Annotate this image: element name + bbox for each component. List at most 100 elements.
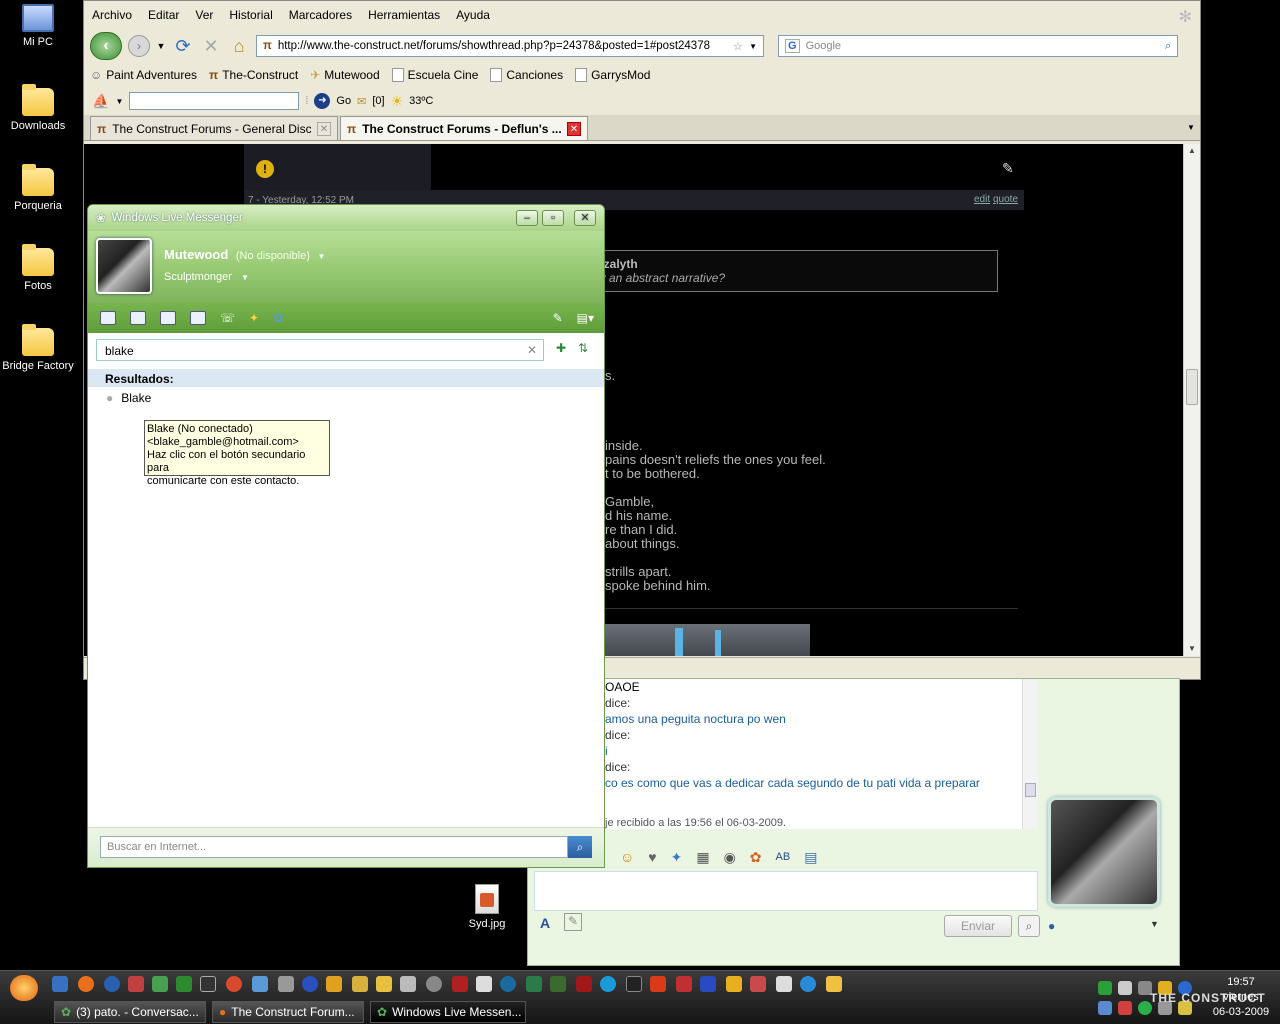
scroll-thumb[interactable]: [1186, 369, 1198, 405]
home-icon[interactable]: ⌂: [228, 35, 250, 57]
app-icon[interactable]: [352, 976, 368, 992]
app-icon[interactable]: [252, 976, 268, 992]
menu-archivo[interactable]: Archivo: [92, 8, 132, 22]
emoticon-icon[interactable]: ☺: [620, 849, 634, 865]
desktop-icon-my-computer[interactable]: Mi PC: [0, 4, 76, 48]
extension-combo[interactable]: [129, 92, 300, 110]
app-icon[interactable]: [302, 976, 318, 992]
app-icon[interactable]: [326, 976, 342, 992]
bookmark-paint-adventures[interactable]: ☺ Paint Adventures: [90, 68, 197, 82]
web-search-input[interactable]: Buscar en Internet...: [100, 836, 568, 858]
back-button[interactable]: ‹: [90, 32, 122, 60]
desktop-icon-porqueria[interactable]: Porqueria: [0, 164, 76, 212]
bookmark-the-construct[interactable]: π The-Construct: [209, 68, 298, 82]
report-icon[interactable]: ✎: [1002, 160, 1014, 177]
contacts-icon[interactable]: [160, 311, 176, 325]
app-icon[interactable]: [226, 976, 242, 992]
mail-count[interactable]: [0]: [372, 95, 384, 107]
menu-ver[interactable]: Ver: [195, 8, 213, 22]
folder-icon[interactable]: [826, 976, 842, 992]
font-icon[interactable]: A: [540, 915, 550, 931]
handwriting-icon[interactable]: ✎: [564, 913, 582, 931]
webcam-icon[interactable]: ●: [1048, 919, 1055, 933]
search-button[interactable]: ⌕: [1018, 915, 1040, 937]
menu-historial[interactable]: Historial: [229, 8, 272, 22]
scroll-up-icon[interactable]: ▲: [1184, 144, 1200, 158]
app-icon[interactable]: [750, 976, 766, 992]
menu-marcadores[interactable]: Marcadores: [289, 8, 352, 22]
app-icon[interactable]: [650, 976, 666, 992]
app-icon[interactable]: [500, 976, 516, 992]
desktop-icon-downloads[interactable]: Downloads: [0, 84, 76, 132]
voice-clip-icon[interactable]: ◉: [724, 849, 736, 866]
user-name[interactable]: Mutewood (No disponible) ▼: [164, 247, 325, 262]
edit-link[interactable]: edit: [974, 194, 990, 205]
taskbar-button-conversation[interactable]: ✿ (3) pato. - Conversac...: [54, 1001, 206, 1023]
web-search-button[interactable]: ⌕: [568, 836, 592, 858]
taskbar-button-firefox[interactable]: ● The Construct Forum...: [212, 1001, 364, 1023]
skype-icon[interactable]: [600, 976, 616, 992]
app-icon[interactable]: [376, 976, 392, 992]
butterfly-icon[interactable]: ✿: [273, 311, 283, 325]
search-bar[interactable]: G Google ⌕: [778, 35, 1178, 57]
firefox-icon[interactable]: [78, 976, 94, 992]
games-icon[interactable]: ✦: [249, 311, 259, 325]
taskbar-button-messenger[interactable]: ✿ Windows Live Messen...: [370, 1001, 526, 1023]
mail-icon[interactable]: ✉: [357, 95, 366, 108]
status-dropdown-icon[interactable]: ▼: [318, 252, 326, 261]
contact-search-input[interactable]: blake ✕: [96, 339, 544, 361]
spellcheck-icon[interactable]: AB: [776, 851, 791, 863]
start-button[interactable]: [10, 975, 38, 1001]
tray-icon[interactable]: [1118, 1001, 1132, 1015]
menu-icon[interactable]: ▤▾: [577, 311, 594, 325]
scroll-down-icon[interactable]: ▼: [1184, 642, 1200, 656]
app-icon[interactable]: [776, 976, 792, 992]
bookmark-mutewood[interactable]: ✈ Mutewood: [310, 68, 379, 82]
vertical-scrollbar[interactable]: ▲ ▼: [1183, 144, 1200, 656]
menu-herramientas[interactable]: Herramientas: [368, 8, 440, 22]
add-contact-icon[interactable]: ✚: [556, 341, 566, 355]
bookmark-garrysmod[interactable]: GarrysMod: [575, 68, 650, 82]
desktop-icon-fotos[interactable]: Fotos: [0, 244, 76, 292]
app-icon[interactable]: [426, 976, 442, 992]
toolbar-logo-icon[interactable]: ⛵: [92, 93, 109, 110]
bookmark-star-icon[interactable]: ☆: [733, 39, 743, 53]
contact-avatar[interactable]: [1048, 797, 1160, 907]
desktop-icon-bridge-factory[interactable]: Bridge Factory: [0, 324, 76, 372]
url-bar[interactable]: π http://www.the-construct.net/forums/sh…: [256, 35, 764, 57]
dropdown-arrow-icon[interactable]: ▼: [156, 35, 166, 57]
bookmark-escuela-cine[interactable]: Escuela Cine: [391, 68, 478, 82]
app-icon[interactable]: [626, 976, 642, 992]
go-icon[interactable]: ➜: [314, 93, 331, 109]
mail-icon[interactable]: [100, 311, 116, 325]
profile-avatar[interactable]: [96, 238, 152, 294]
tray-icon[interactable]: [1098, 1001, 1112, 1015]
dvd-icon[interactable]: [576, 976, 592, 992]
nudge-icon[interactable]: ♥: [648, 849, 656, 865]
message-input[interactable]: [534, 871, 1038, 911]
desktop-icon-syd-jpg[interactable]: Syd.jpg: [449, 884, 525, 930]
close-tab-icon[interactable]: ✕: [317, 121, 331, 136]
search-icon[interactable]: ⌕: [1165, 40, 1171, 53]
spaces-icon[interactable]: [130, 311, 146, 325]
news-icon[interactable]: [190, 311, 206, 325]
wink-icon[interactable]: ✦: [671, 849, 683, 866]
quote-link[interactable]: quote: [993, 194, 1018, 205]
reload-icon[interactable]: ⟳: [172, 35, 194, 57]
tab-defluns[interactable]: π The Construct Forums - Deflun's ... ✕: [340, 116, 588, 140]
clock[interactable]: 19:57 viernes 06-03-2009: [1206, 975, 1276, 1020]
background-icon[interactable]: ▦: [696, 849, 709, 866]
app-icon[interactable]: [278, 976, 294, 992]
globe-icon[interactable]: [800, 976, 816, 992]
phone-icon[interactable]: ☏: [220, 311, 235, 325]
personal-message[interactable]: Sculptmonger ▼: [164, 271, 249, 283]
close-tab-icon[interactable]: ✕: [567, 121, 581, 136]
history-scrollbar[interactable]: [1022, 679, 1038, 829]
send-file-icon[interactable]: ▤: [804, 849, 817, 866]
maximize-button[interactable]: ▫: [542, 210, 564, 226]
app-icon[interactable]: [176, 976, 192, 992]
customize-icon[interactable]: ✎: [553, 311, 563, 325]
app-icon[interactable]: [676, 976, 692, 992]
forward-button[interactable]: ›: [128, 35, 150, 57]
clear-search-icon[interactable]: ✕: [527, 343, 537, 357]
